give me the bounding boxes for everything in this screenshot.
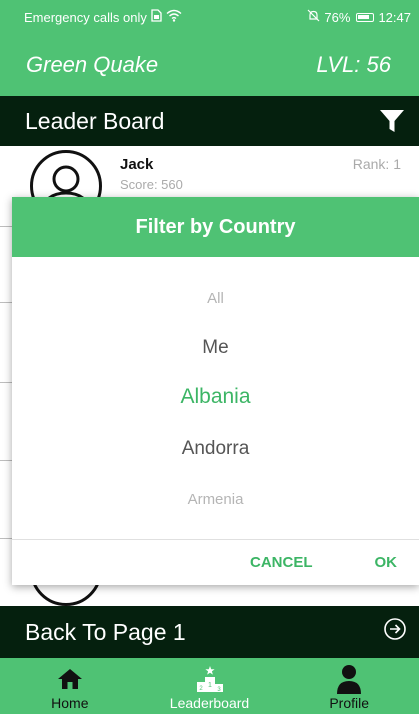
tab-profile[interactable]: Profile xyxy=(279,658,419,714)
picker-option[interactable]: Andorra xyxy=(12,438,419,460)
status-bar: Emergency calls only 76% 12:47 xyxy=(0,0,419,34)
wifi-icon xyxy=(166,9,182,25)
tab-home[interactable]: Home xyxy=(0,658,140,714)
status-carrier-text: Emergency calls only xyxy=(24,9,147,25)
alarm-off-icon xyxy=(307,9,320,25)
level-indicator: LVL: 56 xyxy=(316,52,391,77)
row-divider xyxy=(0,460,12,461)
filter-icon[interactable] xyxy=(377,106,407,136)
tab-leaderboard-label: Leaderboard xyxy=(169,695,250,711)
row-divider xyxy=(0,538,12,539)
row-divider xyxy=(0,302,12,303)
tab-leaderboard[interactable]: 123 Leaderboard xyxy=(140,658,280,714)
dialog-actions: CANCEL OK xyxy=(12,540,419,585)
player-score: Score: 560 xyxy=(120,177,183,192)
picker-option[interactable]: Me xyxy=(12,337,419,359)
bottom-tab-bar: Home 123 Leaderboard Profile xyxy=(0,658,419,714)
arrow-circle-right-icon xyxy=(383,617,407,647)
ok-button[interactable]: OK xyxy=(363,548,410,577)
dialog-title: Filter by Country xyxy=(12,197,419,257)
app-header: Green Quake LVL: 56 xyxy=(0,34,419,96)
tab-profile-label: Profile xyxy=(329,695,370,711)
picker-option[interactable]: All xyxy=(12,290,419,307)
leaderboard-header: Leader Board xyxy=(0,96,419,146)
app-title: Green Quake xyxy=(26,52,159,77)
sim-icon xyxy=(151,9,162,25)
back-to-page-label: Back To Page 1 xyxy=(25,618,186,645)
home-icon xyxy=(55,664,85,694)
picker-option-selected[interactable]: Albania xyxy=(12,385,419,409)
filter-dialog: Filter by Country All Me Albania Andorra… xyxy=(12,197,419,585)
player-name: Jack xyxy=(120,156,154,173)
player-rank: Rank: 1 xyxy=(352,156,401,172)
battery-icon xyxy=(356,12,375,22)
person-icon xyxy=(334,664,364,694)
row-divider xyxy=(0,382,12,383)
battery-percent: 76% xyxy=(324,9,351,25)
country-picker[interactable]: All Me Albania Andorra Armenia xyxy=(12,257,419,539)
back-to-page-button[interactable]: Back To Page 1 xyxy=(0,606,419,658)
picker-option[interactable]: Armenia xyxy=(12,491,419,508)
row-divider xyxy=(0,226,12,227)
cancel-button[interactable]: CANCEL xyxy=(238,548,325,577)
leaderboard-title: Leader Board xyxy=(25,107,165,134)
svg-text:1: 1 xyxy=(208,682,212,689)
status-time: 12:47 xyxy=(378,9,411,25)
tab-home-label: Home xyxy=(51,695,89,711)
podium-icon: 123 xyxy=(195,664,225,694)
